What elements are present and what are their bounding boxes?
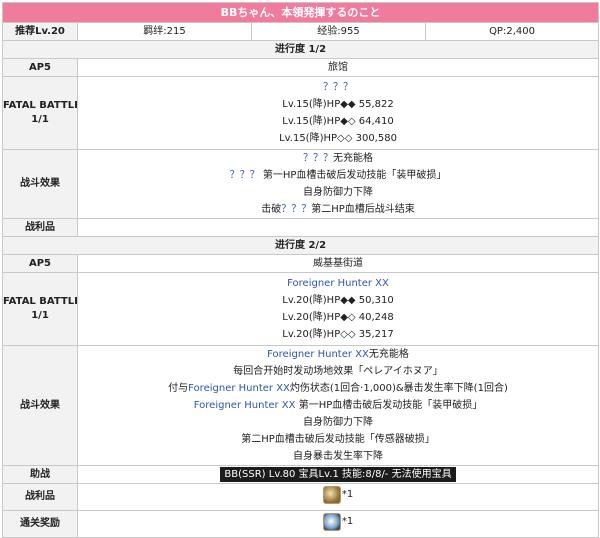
quest-title: BBちゃん、本領発揮するのこと — [1, 2, 600, 23]
stage2-loot-label: 战利品 — [2, 483, 78, 511]
fang-item-icon[interactable] — [322, 485, 341, 504]
stage1-enemy-hp-2: Lv.15(降)HP◆◇ 64,410 — [282, 116, 394, 127]
stage1-enemy-hp-3: Lv.15(降)HP◇◇ 300,580 — [279, 133, 397, 144]
stage2-effects: Foreigner Hunter XX无充能格 每回合开始时发动场地效果「ペレア… — [76, 345, 600, 466]
stage1-effect-2: ？？？ 第一HP血槽击破后发动技能「装甲破损」 — [229, 170, 447, 181]
stage2-enemy-hp-3: Lv.20(降)HP◇◇ 35,217 — [282, 329, 394, 340]
stage2-enemy-hp-2: Lv.20(降)HP◆◇ 40,248 — [282, 312, 394, 323]
stage2-effect-3: 付与Foreigner Hunter XX灼伤状态(1回合·1,000)&暴击发… — [168, 383, 508, 394]
recommend-level: 推荐Lv.20 — [2, 22, 78, 41]
support-servant-info[interactable]: BB(SSR) Lv.80 宝具Lv.1 技能:8/8/- 无法使用宝具 — [220, 467, 456, 482]
stage1-enemy-hp-1: Lv.15(降)HP◆◆ 55,822 — [282, 99, 394, 110]
stage2-enemy-hp-1: Lv.20(降)HP◆◆ 50,310 — [282, 295, 394, 306]
stage2-clear-cell: *1 — [76, 510, 600, 538]
stage1-loot-label: 战利品 — [2, 218, 78, 237]
stage1-effect-1: ？？？无充能格 — [303, 153, 374, 164]
stage1-location: 旅馆 — [76, 58, 600, 77]
stage1-ap-label: AP5 — [2, 58, 78, 77]
stage1-effect-4: 击破？？？第二HP血槽后战斗结束 — [261, 204, 415, 215]
stage2-support-label: 助战 — [2, 465, 78, 484]
stage2-header: 进行度 2/2 — [1, 236, 600, 255]
enemy-link[interactable]: Foreigner Hunter XX — [188, 383, 290, 394]
stage2-loot-cell: *1 — [76, 483, 600, 511]
exp-value: 经验:955 — [251, 22, 426, 41]
stage2-effect-6: 第二HP血槽击破后发动技能「传感器破损」 — [241, 434, 435, 445]
stage1-fatal-count: 1/1 — [31, 114, 49, 125]
stage1-effects: ？？？无充能格 ？？？ 第一HP血槽击破后发动技能「装甲破损」 自身防御力下降 … — [76, 149, 600, 219]
loot-quantity: *1 — [341, 488, 354, 500]
enemy-link[interactable]: ？？？ — [303, 153, 333, 164]
quest-table: BBちゃん、本領発揮するのこと 推荐Lv.20 羁绊:215 经验:955 QP… — [1, 2, 600, 538]
clear-reward-quantity: *1 — [341, 515, 354, 527]
stage2-ap-label: AP5 — [2, 254, 78, 273]
stage2-fatal-battle: FATAL BATTLE 1/1 — [2, 272, 78, 346]
stage1-enemy-name[interactable]: ？？？ — [79, 79, 598, 96]
stage2-enemy-cell: Foreigner Hunter XX Lv.20(降)HP◆◆ 50,310 … — [76, 272, 600, 346]
stage2-enemy-name[interactable]: Foreigner Hunter XX — [79, 275, 598, 292]
pearl-item-icon[interactable] — [322, 512, 341, 531]
stage2-clear-label: 通关奖励 — [2, 510, 78, 538]
stage2-effect-7: 自身暴击发生率下降 — [293, 451, 384, 462]
stage1-enemy-cell: ？？？ Lv.15(降)HP◆◆ 55,822 Lv.15(降)HP◆◇ 64,… — [76, 76, 600, 150]
stage2-effect-label: 战斗效果 — [2, 345, 78, 466]
stage1-effect-label: 战斗效果 — [2, 149, 78, 219]
bond-value: 羁绊:215 — [77, 22, 252, 41]
enemy-link[interactable]: Foreigner Hunter XX — [267, 349, 369, 360]
qp-value: QP:2,400 — [424, 22, 600, 41]
enemy-link[interactable]: ？？？ — [281, 204, 311, 215]
stage1-fatal-label: FATAL BATTLE — [3, 100, 78, 111]
stage1-fatal-battle: FATAL BATTLE 1/1 — [2, 76, 78, 150]
stage2-effect-2: 每回合开始时发动场地效果「ペレアイホヌア」 — [233, 366, 443, 377]
stage2-effect-5: 自身防御力下降 — [303, 417, 374, 428]
stage2-support-cell: BB(SSR) Lv.80 宝具Lv.1 技能:8/8/- 无法使用宝具 — [76, 465, 600, 484]
stage2-location: 威基基街道 — [76, 254, 600, 273]
enemy-link[interactable]: ？？？ — [230, 170, 260, 181]
stage2-effect-1: Foreigner Hunter XX无充能格 — [267, 349, 409, 360]
stage1-loot-value — [76, 218, 600, 237]
stage1-header: 进行度 1/2 — [1, 40, 600, 59]
stage2-effect-4: Foreigner Hunter XX 第一HP血槽击破后发动技能「装甲破损」 — [193, 400, 483, 411]
stage2-fatal-label: FATAL BATTLE — [3, 296, 78, 307]
stage2-fatal-count: 1/1 — [31, 310, 49, 321]
stage1-effect-3: 自身防御力下降 — [303, 187, 374, 198]
enemy-link[interactable]: Foreigner Hunter XX — [194, 400, 296, 411]
